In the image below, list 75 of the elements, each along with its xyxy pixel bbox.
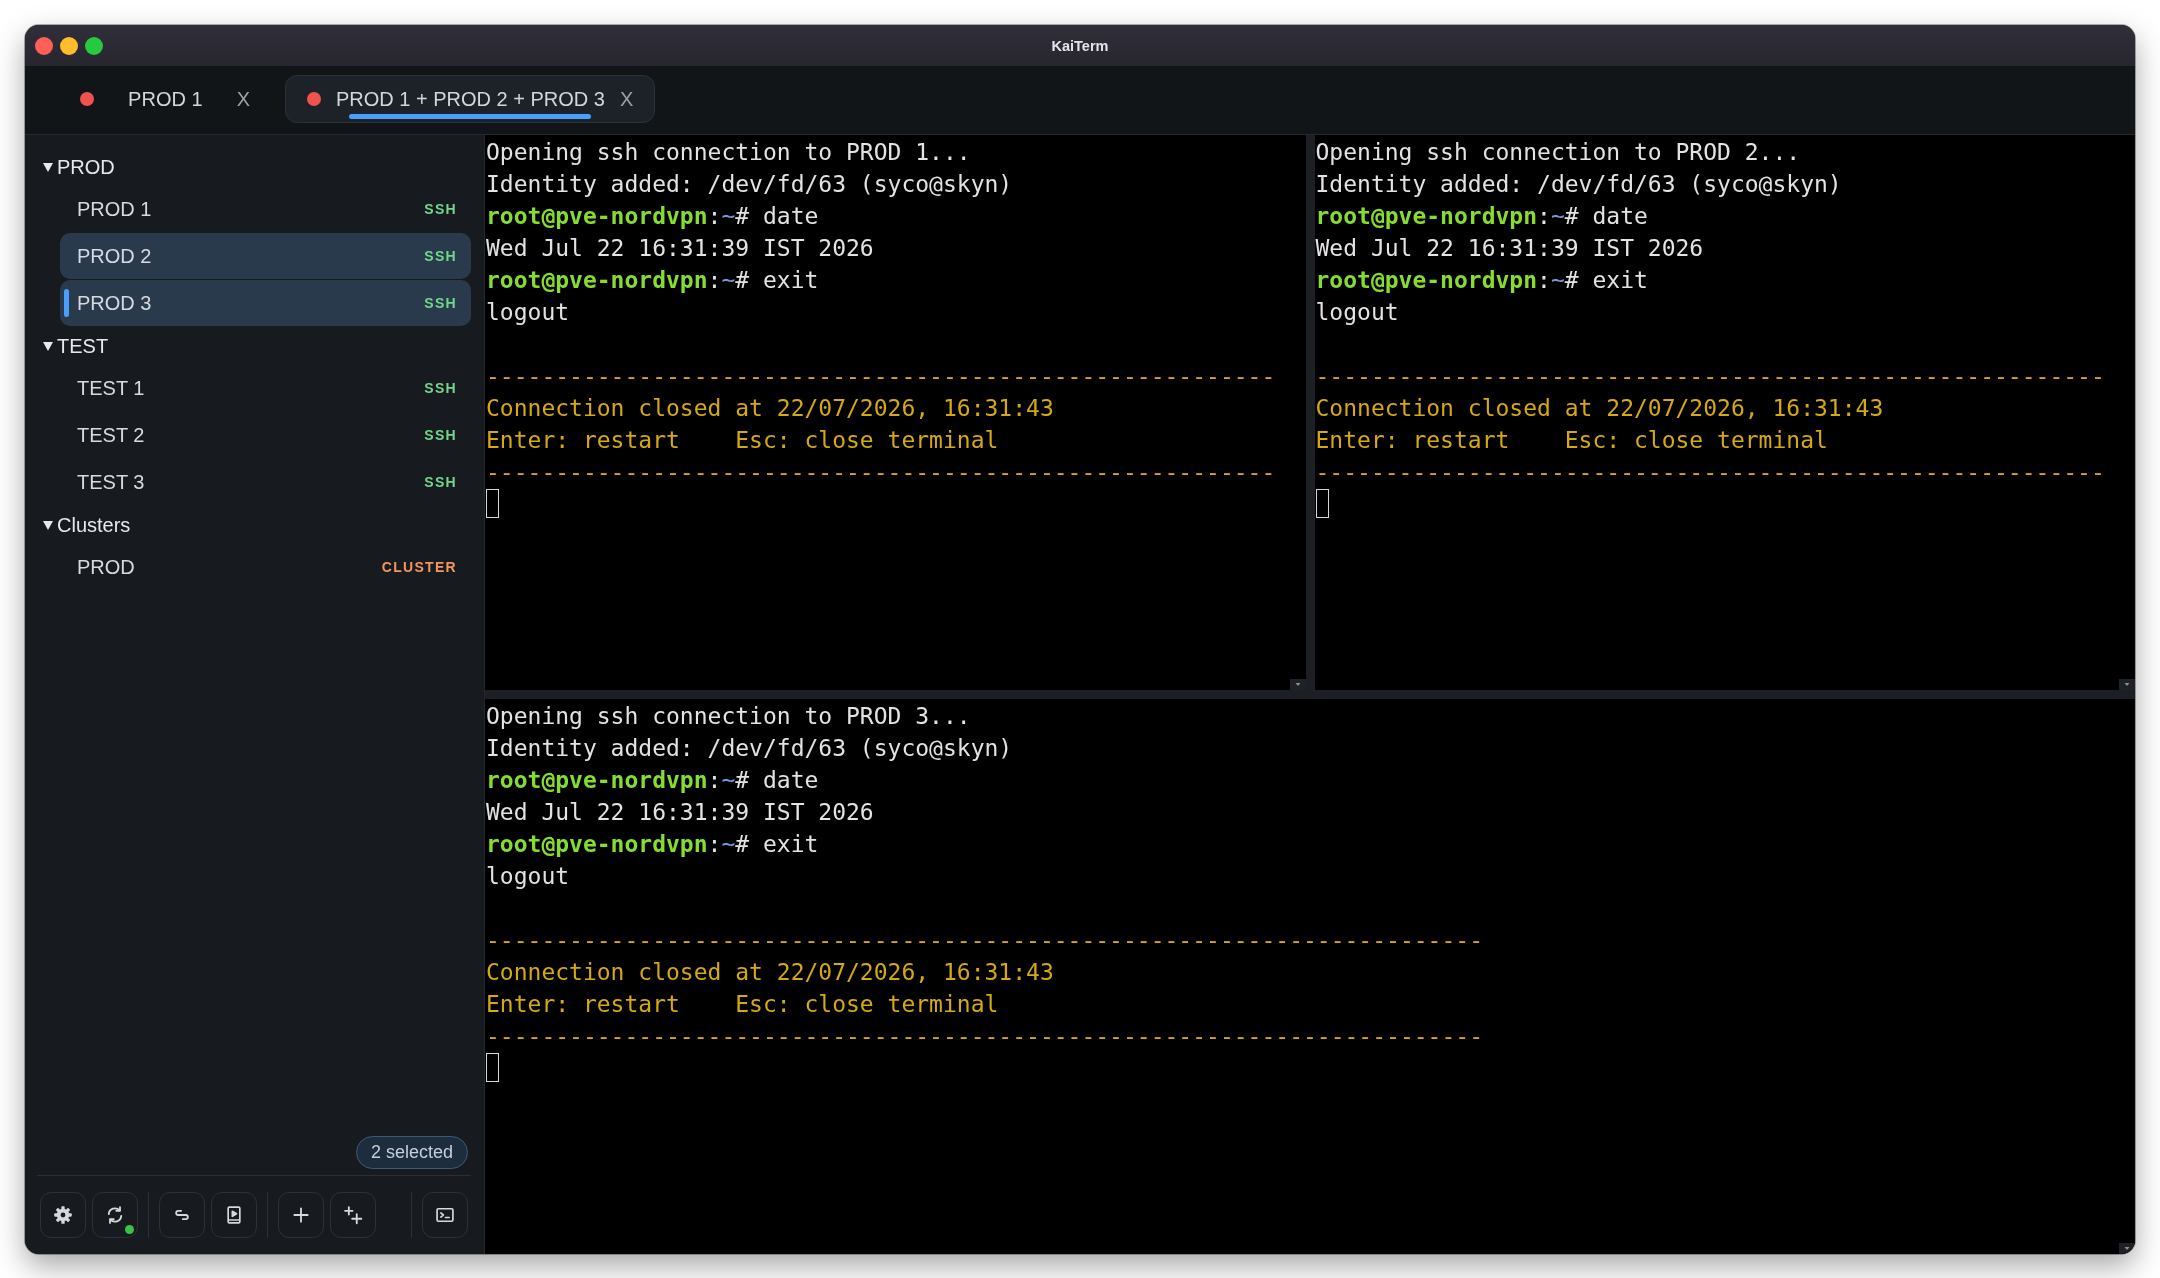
terminal-line: Opening ssh connection to PROD 1... (486, 138, 971, 167)
terminal-line: logout (1315, 298, 1399, 327)
minimize-icon[interactable] (60, 36, 78, 55)
connection-type-label: SSH (424, 474, 457, 490)
group-header[interactable]: TEST (25, 327, 115, 365)
connection-type-label: CLUSTER (381, 559, 457, 575)
terminal-line: Wed Jul 22 16:31:39 IST 2026 (486, 234, 874, 263)
terminal-line: --------------------------------------------------------- (1315, 458, 2105, 487)
host-item[interactable]: TEST 3 SSH (60, 459, 471, 505)
terminal-line: ------------------------------------------------------------------------ (486, 926, 1483, 955)
terminal-line: Connection closed at 22/07/2026, 16:31:43 (486, 394, 1054, 423)
terminal-button[interactable] (422, 1192, 468, 1238)
close-icon[interactable] (35, 36, 53, 55)
sync-button[interactable] (92, 1192, 138, 1238)
terminal-line: ------------------------------------------------------------------------ (486, 1022, 1483, 1051)
connection-type-label: SSH (424, 380, 457, 396)
terminal-line: --------------------------------------------------------- (486, 458, 1276, 487)
terminal-line: root@pve-nordvpn:~# date (1315, 202, 1648, 231)
host-item[interactable]: PROD 2 SSH (60, 233, 471, 279)
settings-icon (53, 1205, 73, 1225)
terminal-line: Enter: restart Esc: close terminal (1315, 426, 1828, 455)
terminal-line: Enter: restart Esc: close terminal (486, 426, 999, 455)
selection-count-badge: 2 selected (355, 1136, 468, 1169)
terminal-line: root@pve-nordvpn:~# exit (486, 830, 819, 859)
host-item[interactable]: PROD 1 SSH (60, 186, 471, 232)
terminal-line: root@pve-nordvpn:~# date (486, 766, 819, 795)
book-button[interactable] (211, 1192, 257, 1238)
terminal-line: Identity added: /dev/fd/63 (syco@skyn) (1315, 170, 1842, 199)
terminal-line: Connection closed at 22/07/2026, 16:31:43 (486, 958, 1054, 987)
terminal-line: Identity added: /dev/fd/63 (syco@skyn) (486, 734, 1013, 763)
group-header[interactable]: PROD (25, 148, 121, 186)
settings-button[interactable] (40, 1192, 86, 1238)
cursor-icon (486, 1053, 499, 1082)
terminal-line: Wed Jul 22 16:31:39 IST 2026 (1315, 234, 1704, 263)
add-button[interactable] (278, 1192, 324, 1238)
host-item[interactable]: PROD 3 SSH (60, 280, 471, 326)
tab[interactable]: PROD 1 X (58, 75, 272, 123)
terminal-line: Identity added: /dev/fd/63 (syco@skyn) (486, 170, 1013, 199)
terminal-line: root@pve-nordvpn:~# exit (486, 266, 819, 295)
refresh-icon (105, 1205, 125, 1225)
terminal-line: --------------------------------------------------------- (486, 362, 1276, 391)
terminal-line: root@pve-nordvpn:~# exit (1315, 266, 1648, 295)
terminal-line: Enter: restart Esc: close terminal (486, 990, 999, 1019)
connection-type-label: SSH (424, 295, 457, 311)
tab-close-button[interactable]: X (236, 87, 250, 111)
book-play-icon (224, 1205, 244, 1225)
terminal-line: root@pve-nordvpn:~# date (486, 202, 819, 231)
window-title: KaiTerm (1051, 37, 1109, 54)
scroll-down-icon[interactable] (2119, 1243, 2135, 1254)
tab-close-button[interactable]: X (620, 87, 634, 111)
maximize-icon[interactable] (85, 36, 103, 55)
terminal-pane[interactable] (485, 135, 1306, 690)
connection-type-label: SSH (424, 248, 457, 264)
plus-icon (291, 1205, 311, 1225)
terminal-line: Wed Jul 22 16:31:39 IST 2026 (486, 798, 874, 827)
terminal-line: --------------------------------------------------------- (1315, 362, 2105, 391)
group-header[interactable]: Clusters (25, 506, 137, 544)
connection-type-label: SSH (424, 201, 457, 217)
host-item[interactable]: TEST 1 SSH (60, 365, 471, 411)
host-item[interactable]: PROD CLUSTER (60, 544, 471, 590)
add-multiple-button[interactable] (330, 1192, 376, 1238)
cursor-icon (486, 489, 499, 518)
terminal-line: logout (486, 298, 570, 327)
terminal-pane[interactable] (1314, 135, 2135, 690)
terminal-line: Opening ssh connection to PROD 2... (1315, 138, 1801, 167)
terminal-line: logout (486, 862, 570, 891)
cursor-icon (1315, 489, 1329, 518)
host-item[interactable]: TEST 2 SSH (60, 412, 471, 458)
terminal-line: Connection closed at 22/07/2026, 16:31:43 (1315, 394, 1884, 423)
link-button[interactable] (159, 1192, 205, 1238)
tab[interactable]: PROD 1 + PROD 2 + PROD 3 X (285, 75, 656, 123)
connection-type-label: SSH (424, 427, 457, 443)
double-plus-icon (343, 1205, 363, 1225)
terminal-line: Opening ssh connection to PROD 3... (486, 702, 971, 731)
terminal-icon (435, 1205, 455, 1225)
